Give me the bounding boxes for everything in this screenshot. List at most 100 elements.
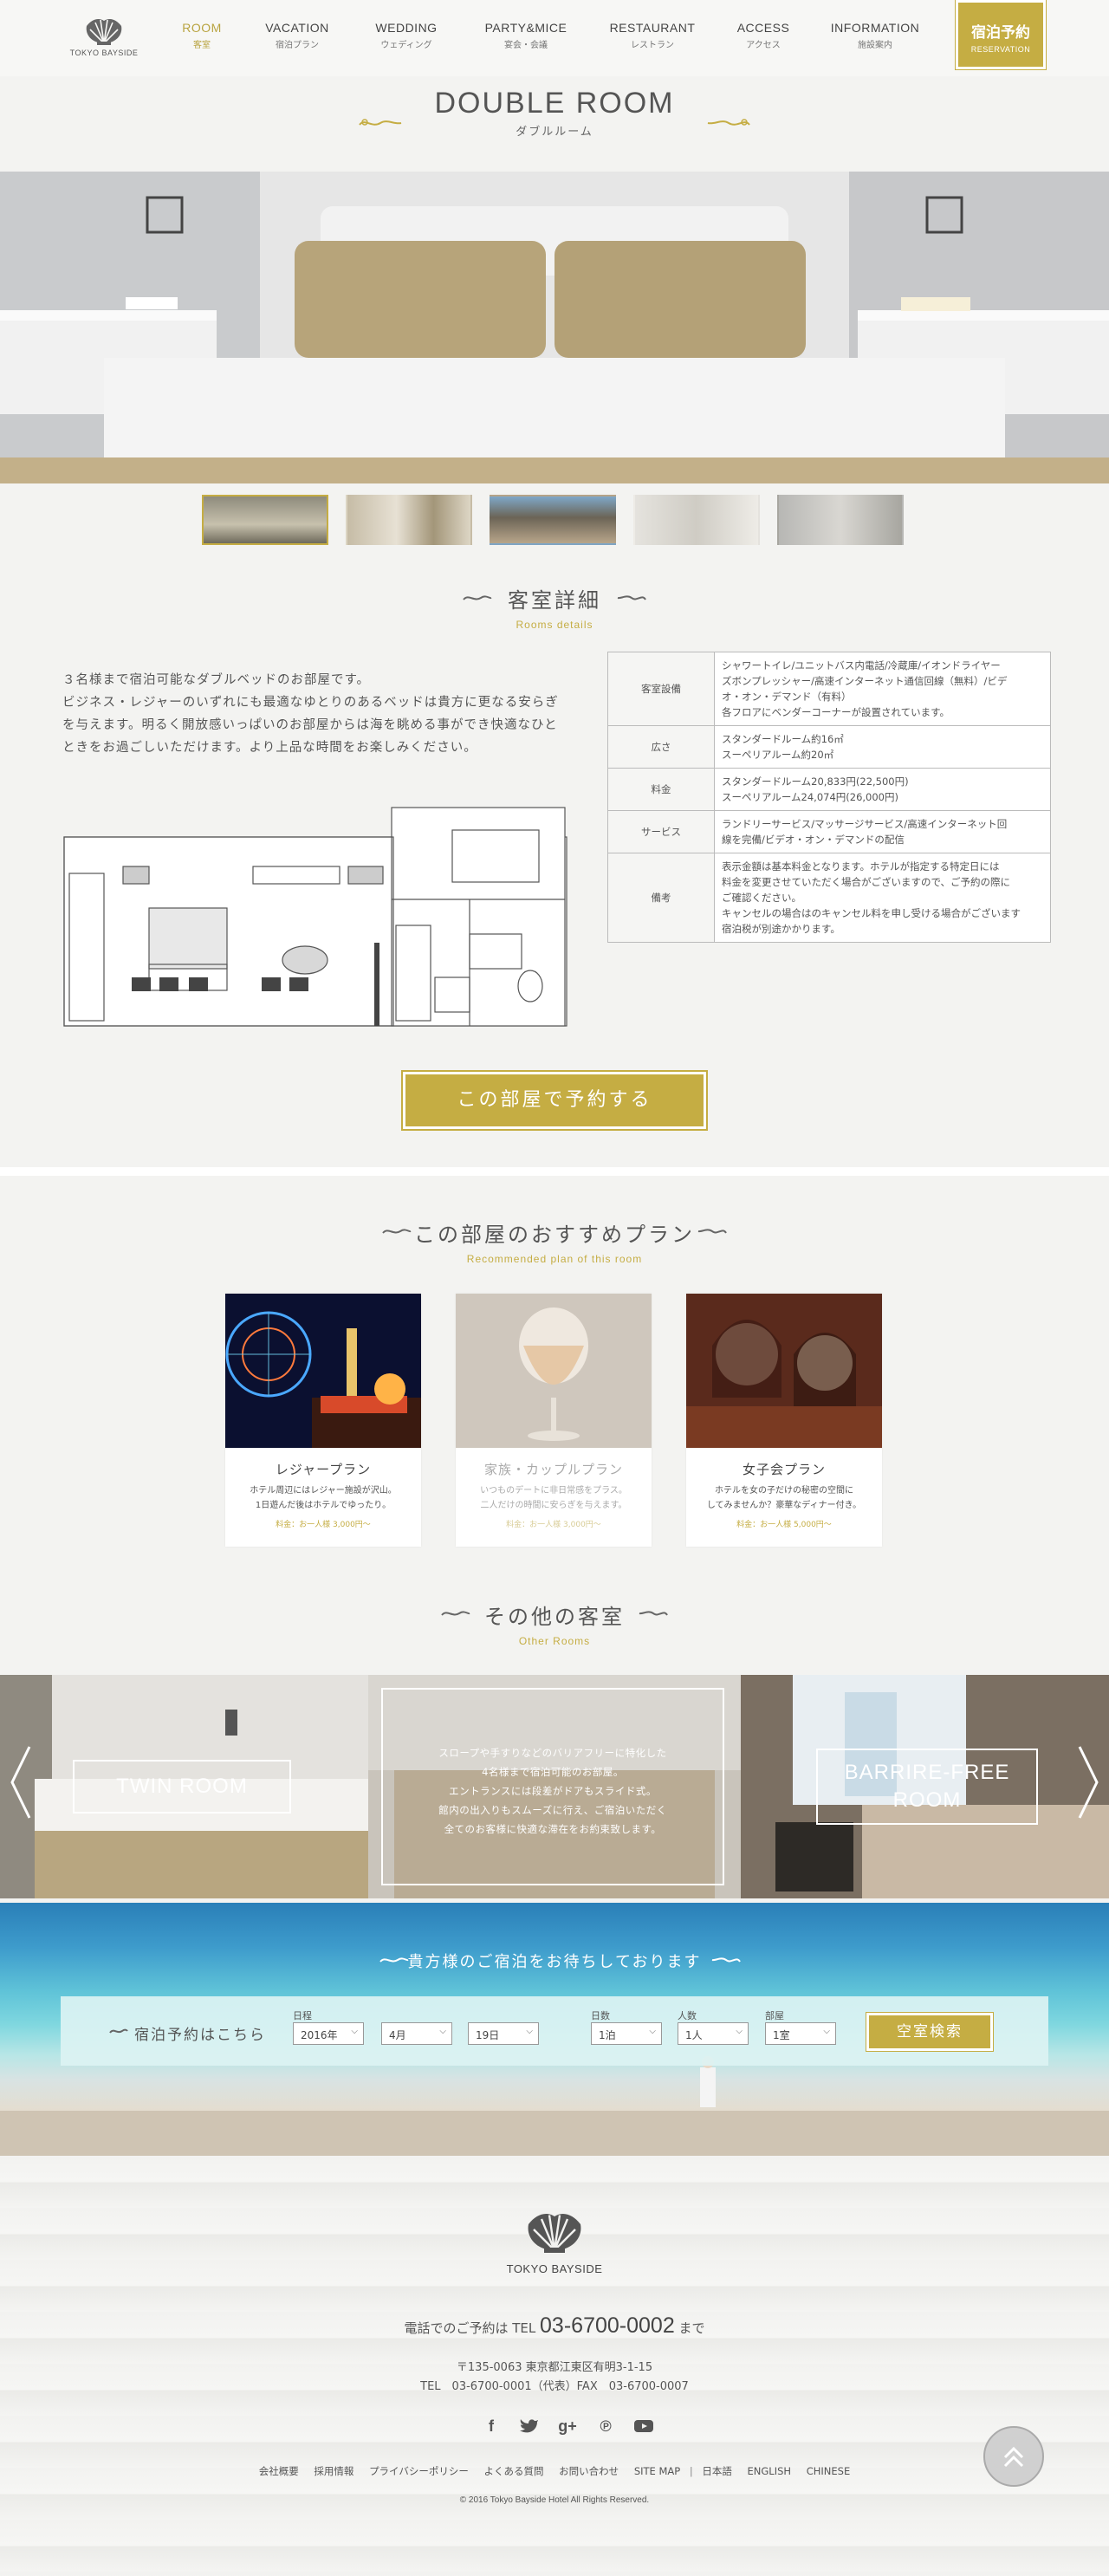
day-select[interactable]: 19日 ⌵ <box>468 2022 539 2045</box>
twitter-icon[interactable] <box>519 2416 540 2436</box>
tel-number[interactable]: 03-6700-0002 <box>540 2313 675 2338</box>
details-value-line: ランドリーサービス/マッサージサービス/高速インターネット回 <box>722 818 1008 830</box>
nav-wedding[interactable]: WEDDING ウェディング <box>351 21 462 50</box>
description-line: ３名様まで宿泊可能なダブルベッドのお部屋です。 <box>62 673 371 687</box>
footer-links: 会社概要 採用情報 プライバシーポリシー よくある質問 お問い合わせ SITE … <box>0 2464 1109 2478</box>
facebook-icon[interactable]: f <box>481 2416 502 2436</box>
nights-select[interactable]: 1泊 ⌵ <box>591 2022 662 2045</box>
lang-link-japanese[interactable]: 日本語 <box>702 2465 732 2477</box>
details-value-line: 各フロアにベンダーコーナーが設置されています。 <box>722 706 950 718</box>
double-chevron-up-icon <box>1003 2446 1024 2468</box>
plan-card-family-couple[interactable]: 家族・カップルプラン いつものデートに非日常感をプラス。 二人だけの時間に安らぎ… <box>456 1294 652 1547</box>
thumbnail-4[interactable] <box>633 495 760 545</box>
social-links: f g+ ℗ <box>481 2416 654 2436</box>
nav-party-label: PARTY&MICE <box>484 21 567 35</box>
nav-information[interactable]: INFORMATION 施設案内 <box>812 21 938 50</box>
footer-link-faq[interactable]: よくある質問 <box>484 2465 544 2477</box>
thumbnail-5[interactable] <box>777 495 904 545</box>
footer-link-company[interactable]: 会社概要 <box>259 2465 299 2477</box>
thumbnail-3[interactable] <box>490 495 616 545</box>
plan-price: 料金：お一人様 3,000円～ <box>506 1521 601 1529</box>
nav-vacation-sublabel: 宿泊プラン <box>276 41 319 50</box>
month-select-value: 4月 <box>389 2029 406 2041</box>
nav-party-sublabel: 宴会・会議 <box>504 41 548 50</box>
details-row: 広さ スタンダードルーム約16㎡ スーペリアルーム約20㎡ <box>607 725 1051 769</box>
year-select[interactable]: 2016年 ⌵ <box>293 2022 364 2045</box>
reservation-title: 貴方様のご宿泊をお待ちしております <box>407 1953 702 1971</box>
carousel-prev-arrow-icon[interactable] <box>7 1743 33 1821</box>
tel-prefix: 電話でのご予約は TEL <box>404 2320 536 2336</box>
plan-text-line: ホテルを女の子だけの秘密の空間に <box>715 1486 853 1496</box>
details-value: シャワートイレ/ユニットバス内電話/冷蔵庫/イオンドライヤー ズボンプレッシャー… <box>714 652 1051 726</box>
back-to-top-button[interactable] <box>983 2426 1044 2487</box>
page-title-en: DOUBLE ROOM <box>434 87 675 120</box>
plan-text-line: 二人だけの時間に安らぎを与えます。 <box>480 1501 627 1510</box>
vacancy-search-button[interactable]: 空室検索 <box>866 2012 994 2052</box>
details-value-line: スタンダードルーム約16㎡ <box>722 733 844 745</box>
nav-access-sublabel: アクセス <box>746 41 781 50</box>
plan-text-line: 1日遊んだ後はホテルでゆったり。 <box>255 1501 392 1510</box>
details-value-line: ズボンプレッシャー/高速インターネット通信回線（無料）/ビデ <box>722 675 1008 687</box>
plan-card-leisure[interactable]: レジャープラン ホテル周辺にはレジャー施設が沢山。 1日遊んだ後はホテルでゆった… <box>225 1294 421 1547</box>
page-title: DOUBLE ROOM ダブルルーム <box>0 87 1109 139</box>
other-rooms-heading-ja: その他の客室 <box>484 1605 625 1629</box>
nav-party-mice[interactable]: PARTY&MICE 宴会・会議 <box>462 21 590 50</box>
youtube-icon[interactable] <box>633 2416 654 2436</box>
details-value-line: スーペリアルーム約20㎡ <box>722 749 834 761</box>
plan-card-girls-party[interactable]: 女子会プラン ホテルを女の子だけの秘密の空間に してみませんか？豪華なディナー付… <box>686 1294 882 1547</box>
room-info-line: 4名様まで宿泊可能のお部屋。 <box>482 1766 624 1778</box>
thumbnail-2[interactable] <box>346 495 472 545</box>
details-value-line: オ・オン・デマンド（有料） <box>722 691 852 703</box>
floor-plan-image <box>63 807 567 1027</box>
nav-room[interactable]: ROOM 客室 <box>160 21 243 50</box>
people-select[interactable]: 1人 ⌵ <box>678 2022 749 2045</box>
details-value: 表示金額は基本料金となります。ホテルが指定する特定日には 料金を変更させていただ… <box>714 853 1051 943</box>
footer-link-contact[interactable]: お問い合わせ <box>559 2465 619 2477</box>
plan-text-line: してみませんか？豪華なディナー付き。 <box>706 1501 862 1510</box>
details-heading: 客室詳細 Rooms details <box>0 583 1109 631</box>
rooms-select[interactable]: 1室 ⌵ <box>765 2022 836 2045</box>
details-value-line: シャワートイレ/ユニットバス内電話/冷蔵庫/イオンドライヤー <box>722 659 1001 672</box>
reservation-button[interactable]: 宿泊予約 RESERVATION <box>955 0 1047 70</box>
plan-title: レジャープラン <box>275 1462 372 1477</box>
nav-information-sublabel: 施設案内 <box>858 41 892 50</box>
other-rooms-heading: その他の客室 Other Rooms <box>0 1599 1109 1647</box>
twin-room-link[interactable]: TWIN ROOM <box>73 1760 291 1814</box>
chevron-down-icon: ⌵ <box>439 2027 446 2036</box>
plan-price: 料金：お一人様 3,000円～ <box>276 1521 371 1529</box>
pinterest-icon[interactable]: ℗ <box>595 2416 616 2436</box>
hero-thumbnails <box>202 495 904 545</box>
chevron-down-icon: ⌵ <box>649 2027 656 2036</box>
book-this-room-button[interactable]: この部屋で予約する <box>401 1070 708 1131</box>
plans-heading-en: Recommended plan of this room <box>466 1253 643 1265</box>
shell-logo-icon <box>528 2214 581 2253</box>
lang-link-english[interactable]: ENGLISH <box>748 2465 792 2477</box>
hero-room-photo <box>0 172 1109 483</box>
chevron-down-icon: ⌵ <box>823 2027 830 2036</box>
carousel-next-arrow-icon[interactable] <box>1076 1743 1102 1821</box>
month-select[interactable]: 4月 ⌵ <box>381 2022 452 2045</box>
google-plus-icon[interactable]: g+ <box>557 2416 578 2436</box>
footer-link-privacy[interactable]: プライバシーポリシー <box>369 2465 469 2477</box>
footer-logo[interactable]: TOKYO BAYSIDE <box>494 2203 615 2275</box>
plans-list: レジャープラン ホテル周辺にはレジャー施設が沢山。 1日遊んだ後はホテルでゆった… <box>225 1294 882 1547</box>
barrier-free-room-link[interactable]: BARRIRE-FREE ROOM <box>816 1749 1038 1825</box>
reservation-label: 宿泊予約はこちら <box>134 2027 266 2044</box>
footer-link-recruit[interactable]: 採用情報 <box>314 2465 353 2477</box>
tel-suffix: まで <box>678 2320 705 2336</box>
lang-link-chinese[interactable]: CHINESE <box>807 2465 851 2477</box>
nav-vacation[interactable]: VACATION 宿泊プラン <box>243 21 351 50</box>
nights-label: 日数 <box>591 2010 610 2021</box>
details-value-line: 料金を変更させていただく場合がございますので、ご予約の際に <box>722 876 1011 888</box>
nav-access[interactable]: ACCESS アクセス <box>715 21 812 50</box>
nav-access-label: ACCESS <box>736 21 790 35</box>
details-value: スタンダードルーム20,833円(22,500円) スーペリアルーム24,074… <box>714 768 1051 811</box>
room-info-line: 館内の出入りもスムーズに行え、ご宿泊いただく <box>438 1804 667 1816</box>
site-logo[interactable]: TOKYO BAYSIDE <box>69 12 139 57</box>
nav-restaurant[interactable]: RESTAURANT レストラン <box>590 21 715 50</box>
copyright: © 2016 Tokyo Bayside Hotel All Rights Re… <box>459 2495 650 2505</box>
thumbnail-1[interactable] <box>202 495 328 545</box>
plan-text-line: いつものデートに非日常感をプラス。 <box>480 1486 627 1496</box>
footer-link-sitemap[interactable]: SITE MAP <box>634 2465 680 2477</box>
plans-heading: この部屋のおすすめプラン Recommended plan of this ro… <box>0 1217 1109 1265</box>
